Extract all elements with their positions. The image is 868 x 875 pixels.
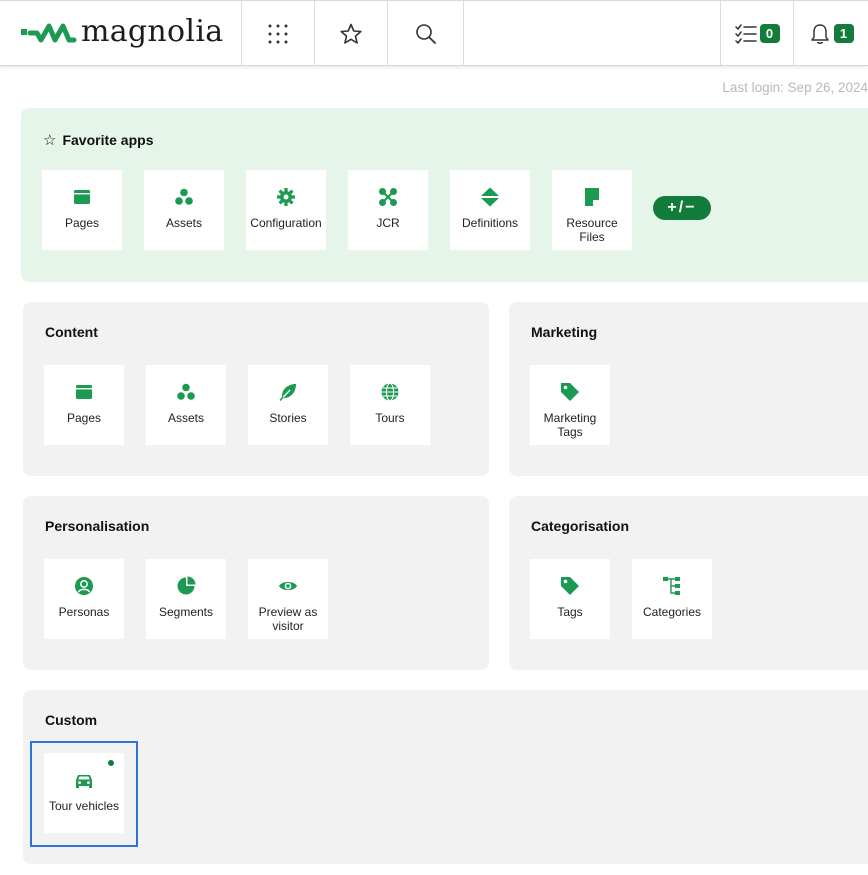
eye-icon xyxy=(279,581,297,591)
favorite-apps-panel: ☆ Favorite apps Pages Assets Configurati… xyxy=(21,108,868,282)
tree-icon xyxy=(663,577,680,595)
categorisation-group-title: Categorisation xyxy=(531,518,630,534)
search-button[interactable] xyxy=(388,1,464,66)
app-personas[interactable]: Personas xyxy=(44,559,124,639)
tasks-button[interactable]: 0 xyxy=(721,1,794,66)
app-label: Segments xyxy=(158,605,214,619)
marketing-group-title: Marketing xyxy=(531,324,598,340)
persona-icon xyxy=(75,577,93,595)
tag-icon xyxy=(561,383,579,401)
app-label: Preview as visitor xyxy=(258,605,318,633)
app-launcher-button[interactable] xyxy=(242,1,315,66)
favorite-apps-heading: ☆ Favorite apps xyxy=(43,131,153,149)
edit-favorites-button[interactable]: +/− xyxy=(653,196,711,220)
pages-icon xyxy=(74,190,90,204)
fav-app-jcr[interactable]: JCR xyxy=(348,170,428,250)
notifications-count-badge: 1 xyxy=(833,24,854,43)
brand-name: magnolia xyxy=(81,13,224,49)
app-stories[interactable]: Stories xyxy=(248,365,328,445)
app-label: Marketing Tags xyxy=(543,411,597,439)
favorites-button[interactable] xyxy=(315,1,388,66)
personalisation-group-panel: Personalisation Personas Segments Previe… xyxy=(23,496,489,670)
personalisation-group-title: Personalisation xyxy=(45,518,150,534)
top-bar: magnolia 0 1 xyxy=(0,0,868,66)
header-spacer xyxy=(464,1,721,65)
tasklist-icon xyxy=(734,23,757,44)
favorite-apps-title: Favorite apps xyxy=(62,132,154,148)
jcr-icon xyxy=(379,188,397,206)
custom-group-panel: Custom Tour vehicles xyxy=(23,690,868,864)
marketing-group-panel: Marketing Marketing Tags xyxy=(509,302,868,476)
assets-icon xyxy=(177,383,195,400)
app-label: Personas xyxy=(58,605,110,619)
new-indicator-dot xyxy=(108,760,114,766)
last-login-text: Last login: Sep 26, 2024 xyxy=(722,80,868,95)
fav-app-definitions[interactable]: Definitions xyxy=(450,170,530,250)
app-tags[interactable]: Tags xyxy=(530,559,610,639)
tasks-count-badge: 0 xyxy=(759,24,780,43)
fav-app-pages[interactable]: Pages xyxy=(42,170,122,250)
magnolia-logo[interactable]: magnolia xyxy=(0,1,242,66)
search-icon xyxy=(415,23,436,44)
custom-group-title: Custom xyxy=(45,712,98,728)
app-label: Assets xyxy=(167,411,204,425)
tag-icon xyxy=(561,577,579,595)
fav-app-resource-files[interactable]: Resource Files xyxy=(552,170,632,250)
app-tours[interactable]: Tours xyxy=(350,365,430,445)
categorisation-group-panel: Categorisation Tags Categories xyxy=(509,496,868,670)
definitions-icon xyxy=(481,187,499,207)
app-preview-as-visitor[interactable]: Preview as visitor xyxy=(248,559,328,639)
content-group-title: Content xyxy=(45,324,98,340)
app-label: Stories xyxy=(269,411,307,425)
pages-icon xyxy=(76,385,92,399)
notifications-button[interactable]: 1 xyxy=(794,1,868,66)
app-label: Assets xyxy=(165,216,202,230)
app-label: JCR xyxy=(376,216,400,230)
app-label: Pages xyxy=(66,411,102,425)
app-assets[interactable]: Assets xyxy=(146,365,226,445)
pie-chart-icon xyxy=(177,576,196,595)
app-label: Resource Files xyxy=(566,216,618,244)
magnolia-logo-mark-icon xyxy=(21,23,77,42)
feather-icon xyxy=(279,384,296,402)
app-marketing-tags[interactable]: Marketing Tags xyxy=(530,365,610,445)
app-label: Tour vehicles xyxy=(48,799,120,813)
content-group-panel: Content Pages Assets Stories Tours xyxy=(23,302,489,476)
app-label: Tags xyxy=(557,605,583,619)
resource-file-icon xyxy=(585,188,599,206)
app-label: Configuration xyxy=(250,216,322,230)
star-outline-icon: ☆ xyxy=(43,132,57,149)
app-segments[interactable]: Segments xyxy=(146,559,226,639)
app-label: Tours xyxy=(375,411,405,425)
app-tour-vehicles[interactable]: Tour vehicles xyxy=(44,753,124,833)
bell-icon xyxy=(810,23,829,44)
grid-dots-icon xyxy=(268,24,288,43)
globe-icon xyxy=(381,382,399,402)
fav-app-assets[interactable]: Assets xyxy=(144,170,224,250)
star-icon xyxy=(340,23,362,44)
car-icon xyxy=(76,775,92,788)
fav-app-configuration[interactable]: Configuration xyxy=(246,170,326,250)
app-label: Definitions xyxy=(461,216,519,230)
app-label: Categories xyxy=(642,605,702,619)
app-label: Pages xyxy=(64,216,100,230)
assets-icon xyxy=(175,188,193,205)
gear-icon xyxy=(277,188,295,206)
app-categories[interactable]: Categories xyxy=(632,559,712,639)
app-pages[interactable]: Pages xyxy=(44,365,124,445)
